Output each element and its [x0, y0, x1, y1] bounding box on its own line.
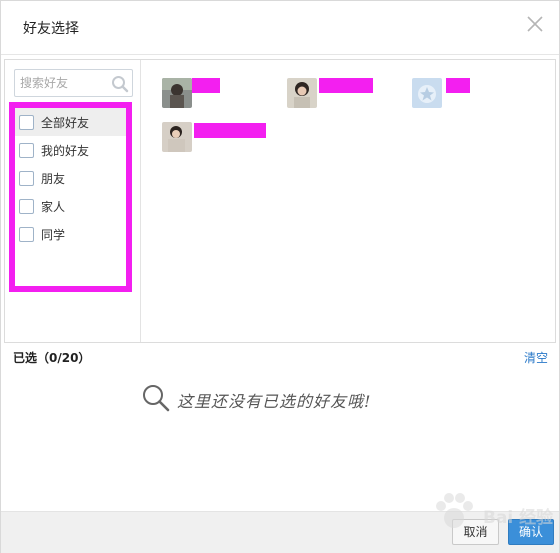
confirm-button[interactable]: 确认	[508, 519, 554, 545]
group-item-all-friends[interactable]: 全部好友	[15, 108, 126, 136]
dialog-titlebar: 好友选择	[1, 1, 559, 55]
group-label: 家人	[41, 200, 66, 214]
group-item-friends[interactable]: 朋友	[15, 164, 126, 192]
group-item-classmates[interactable]: 同学	[15, 220, 126, 248]
group-list: 全部好友 我的好友 朋友 家人 同学	[9, 102, 132, 292]
close-icon[interactable]	[525, 14, 545, 34]
group-item-family[interactable]: 家人	[15, 192, 126, 220]
group-label: 全部好友	[41, 116, 90, 130]
magnifier-icon	[141, 383, 171, 413]
friend-item[interactable]	[412, 78, 472, 112]
checkbox[interactable]	[19, 115, 34, 130]
search-icon[interactable]	[111, 75, 129, 93]
redacted-name	[192, 78, 220, 93]
group-item-my-friends[interactable]: 我的好友	[15, 136, 126, 164]
search-box	[14, 69, 133, 97]
checkbox[interactable]	[19, 227, 34, 242]
avatar-default-star-icon	[412, 78, 442, 108]
checkbox[interactable]	[19, 171, 34, 186]
search-input[interactable]	[20, 73, 106, 93]
checkbox[interactable]	[19, 143, 34, 158]
group-label: 我的好友	[41, 144, 90, 158]
friend-item[interactable]	[162, 122, 272, 156]
avatar-photo-icon	[162, 122, 192, 152]
dialog-footer: 取消 确认	[1, 511, 559, 553]
redacted-name	[194, 123, 266, 138]
friend-item[interactable]	[287, 78, 377, 112]
group-label: 同学	[41, 228, 66, 242]
checkbox[interactable]	[19, 199, 34, 214]
selected-count: 已选（0/20）	[13, 351, 91, 365]
cancel-button[interactable]: 取消	[452, 519, 499, 545]
friend-picker-dialog: 好友选择 全部好友 我的好友	[0, 0, 560, 553]
group-label: 朋友	[41, 172, 66, 186]
redacted-name	[319, 78, 373, 93]
friend-item[interactable]	[162, 78, 222, 112]
clear-link[interactable]: 清空	[524, 349, 548, 366]
friend-picker-panel: 全部好友 我的好友 朋友 家人 同学	[4, 59, 556, 343]
avatar-photo-icon	[287, 78, 317, 108]
group-sidebar: 全部好友 我的好友 朋友 家人 同学	[5, 60, 141, 342]
empty-message: 这里还没有已选的好友哦!	[177, 392, 372, 411]
redacted-name	[446, 78, 470, 93]
dialog-title: 好友选择	[23, 21, 79, 37]
avatar-photo-icon	[162, 78, 192, 108]
